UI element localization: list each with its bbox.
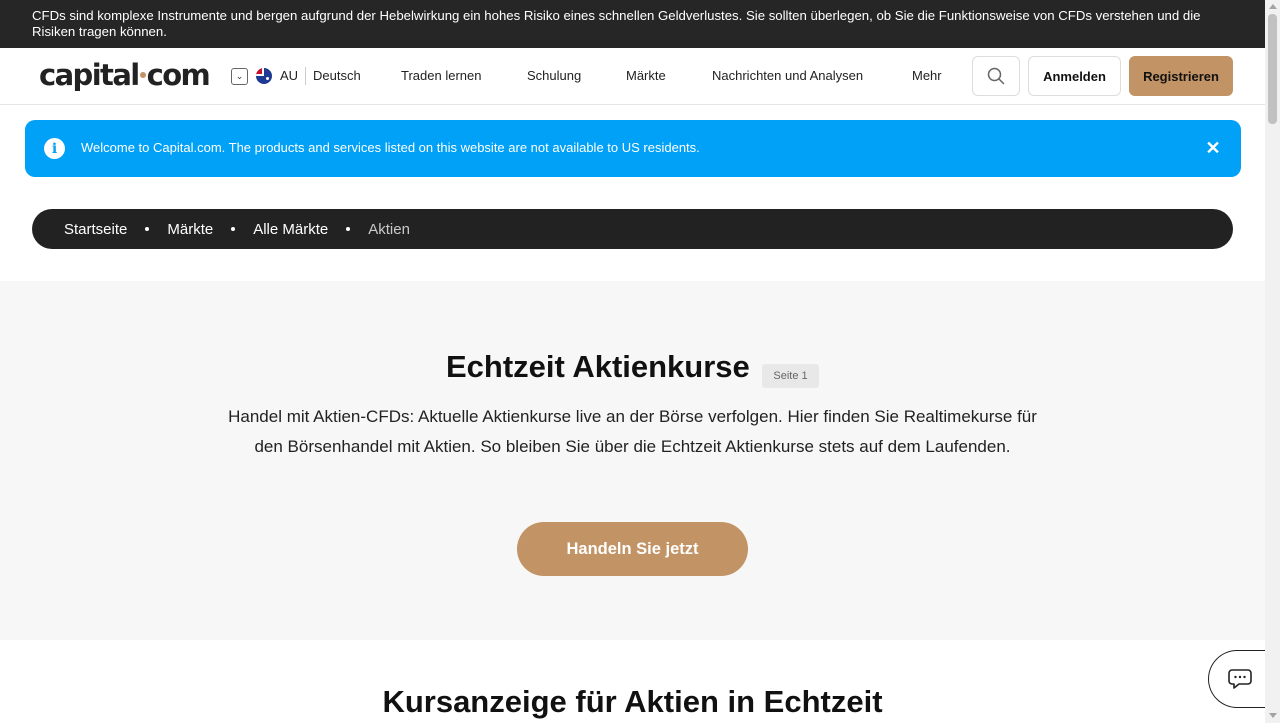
section-title: Kursanzeige für Aktien in Echtzeit bbox=[382, 684, 883, 719]
close-icon[interactable]: ✕ bbox=[1203, 138, 1223, 158]
search-icon bbox=[987, 67, 1005, 85]
page-title: Echtzeit Aktienkurse bbox=[446, 349, 750, 384]
logo-text-right: com bbox=[146, 58, 211, 92]
trade-now-button[interactable]: Handeln Sie jetzt bbox=[517, 522, 748, 576]
logo-text-left: capital bbox=[39, 58, 140, 92]
risk-warning-text: CFDs sind komplexe Instrumente und berge… bbox=[32, 8, 1201, 39]
hero-section: Echtzeit Aktienkurse Seite 1 Handel mit … bbox=[0, 281, 1265, 640]
scroll-up-arrow-icon[interactable] bbox=[1269, 4, 1277, 9]
page-scrollbar[interactable] bbox=[1265, 0, 1280, 723]
search-button[interactable] bbox=[972, 56, 1020, 96]
chat-icon bbox=[1227, 669, 1252, 689]
info-banner-text: Welcome to Capital.com. The products and… bbox=[81, 140, 700, 155]
breadcrumb-separator bbox=[231, 227, 236, 231]
australia-flag-icon bbox=[256, 68, 272, 84]
scroll-down-arrow-icon[interactable] bbox=[1269, 713, 1277, 718]
nav-schulung[interactable]: Schulung bbox=[527, 68, 581, 83]
breadcrumb-startseite[interactable]: Startseite bbox=[64, 221, 127, 238]
breadcrumb-alle-maerkte[interactable]: Alle Märkte bbox=[253, 221, 328, 238]
risk-warning-banner: CFDs sind komplexe Instrumente und berge… bbox=[0, 0, 1265, 48]
breadcrumb-current: Aktien bbox=[368, 220, 410, 238]
nav-mehr[interactable]: Mehr bbox=[912, 68, 942, 83]
chat-button[interactable] bbox=[1208, 650, 1265, 708]
language-selector[interactable]: Deutsch bbox=[313, 68, 361, 83]
breadcrumb-separator bbox=[346, 227, 351, 231]
register-button[interactable]: Registrieren bbox=[1129, 56, 1233, 96]
page: CFDs sind komplexe Instrumente und berge… bbox=[0, 0, 1265, 723]
breadcrumb-separator bbox=[145, 227, 150, 231]
hero-description: Handel mit Aktien-CFDs: Aktuelle Aktienk… bbox=[228, 407, 1037, 456]
login-button[interactable]: Anmelden bbox=[1028, 56, 1121, 96]
chevron-down-icon[interactable]: ⌄ bbox=[231, 68, 248, 85]
nav-traden-lernen[interactable]: Traden lernen bbox=[401, 68, 481, 83]
info-banner: i Welcome to Capital.com. The products a… bbox=[25, 120, 1241, 177]
info-icon: i bbox=[44, 138, 65, 159]
nav-maerkte[interactable]: Märkte bbox=[626, 68, 666, 83]
page-number-badge: Seite 1 bbox=[762, 364, 819, 388]
divider bbox=[305, 67, 306, 85]
nav-nachrichten-und-analysen[interactable]: Nachrichten und Analysen bbox=[712, 68, 863, 83]
capital-com-logo[interactable]: capital com bbox=[39, 58, 211, 92]
logo-dot bbox=[139, 72, 146, 78]
breadcrumb-maerkte[interactable]: Märkte bbox=[167, 221, 213, 238]
scrollbar-thumb[interactable] bbox=[1268, 14, 1277, 124]
region-selector[interactable]: AU bbox=[280, 68, 298, 83]
breadcrumb: Startseite Märkte Alle Märkte Aktien bbox=[32, 209, 1233, 249]
